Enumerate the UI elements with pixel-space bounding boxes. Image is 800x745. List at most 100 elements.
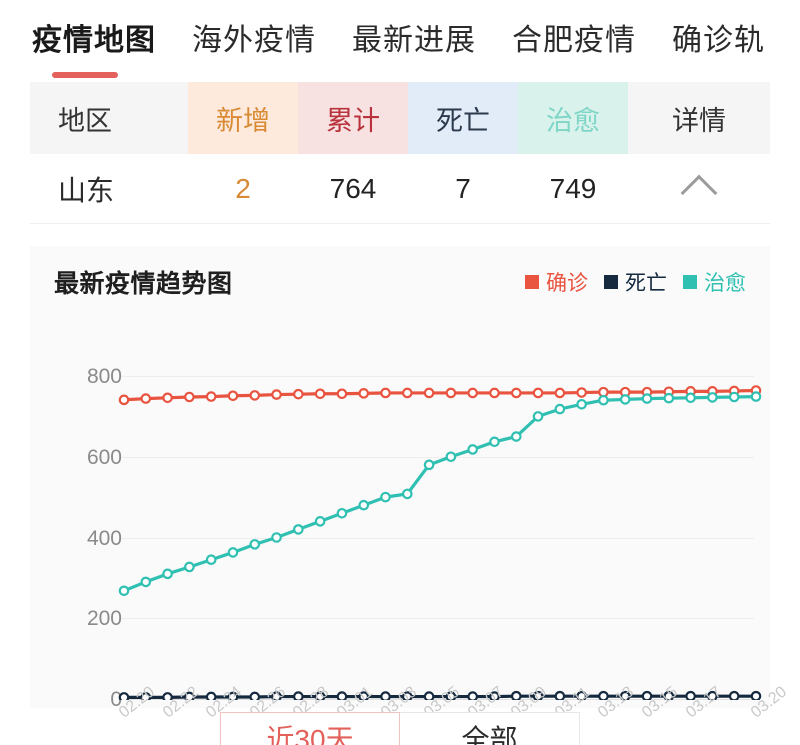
legend-swatch-cured xyxy=(683,275,697,289)
app-root: 疫情地图 海外疫情 最新进展 合肥疫情 确诊轨 地区 新增 累计 死亡 治愈 详… xyxy=(0,0,800,745)
data-point[interactable] xyxy=(707,392,718,403)
data-point[interactable] xyxy=(576,387,587,398)
active-tab-indicator xyxy=(52,72,118,78)
top-tab-bar: 疫情地图 海外疫情 最新进展 合肥疫情 确诊轨 xyxy=(0,0,800,82)
region-stats-table: 地区 新增 累计 死亡 治愈 详情 山东 2 764 7 749 xyxy=(0,82,800,224)
data-point[interactable] xyxy=(118,394,130,406)
column-header-detail[interactable]: 详情 xyxy=(628,82,770,154)
legend-item-cured[interactable]: 治愈 xyxy=(683,267,746,297)
column-header-label: 详情 xyxy=(672,105,726,136)
column-header-label: 死亡 xyxy=(436,105,490,136)
tab-hefei-yiqing[interactable]: 合肥疫情 xyxy=(494,1,654,81)
chevron-up-icon[interactable] xyxy=(680,174,718,211)
data-point[interactable] xyxy=(162,568,173,580)
data-point[interactable] xyxy=(510,387,522,399)
data-point[interactable] xyxy=(576,398,587,410)
range-button-label: 近30天 xyxy=(266,724,354,745)
legend-label-cured: 治愈 xyxy=(704,272,746,295)
data-point[interactable] xyxy=(489,387,500,399)
table-row[interactable]: 山东 2 764 7 749 xyxy=(30,154,770,224)
data-point[interactable] xyxy=(641,393,653,404)
trend-chart-card: 最新疫情趋势图 确诊 死亡 治愈 0 200 400 600 800 02.20… xyxy=(30,246,790,721)
legend-swatch-death xyxy=(604,275,618,289)
data-point[interactable] xyxy=(728,391,740,403)
data-point[interactable] xyxy=(293,524,304,535)
data-point[interactable] xyxy=(118,585,130,597)
data-point[interactable] xyxy=(380,387,391,399)
data-point[interactable] xyxy=(402,387,413,399)
tab-label: 确诊轨 xyxy=(672,24,765,57)
tab-haiwai-yiqing[interactable]: 海外疫情 xyxy=(174,1,334,81)
column-header-total[interactable]: 累计 xyxy=(298,82,408,154)
data-point[interactable] xyxy=(184,391,195,403)
data-point[interactable] xyxy=(336,507,348,519)
data-point[interactable] xyxy=(227,390,239,402)
column-header-region[interactable]: 地区 xyxy=(30,82,188,154)
range-button-label: 全部 xyxy=(461,724,518,745)
data-point[interactable] xyxy=(445,387,457,399)
data-point[interactable] xyxy=(249,390,261,401)
chart-series-layer xyxy=(118,385,762,700)
data-point[interactable] xyxy=(402,488,413,500)
column-header-label: 新增 xyxy=(216,105,270,136)
range-button-30days[interactable]: 近30天 xyxy=(220,712,400,745)
tab-zuixin-jinzhan[interactable]: 最新进展 xyxy=(334,1,494,81)
data-point[interactable] xyxy=(271,389,282,400)
tab-label: 疫情地图 xyxy=(32,24,156,57)
data-point[interactable] xyxy=(619,394,631,405)
series-line-治愈 xyxy=(122,394,758,593)
chart-title: 最新疫情趋势图 xyxy=(54,270,233,298)
chart-legend: 确诊 死亡 治愈 xyxy=(525,267,746,297)
data-point[interactable] xyxy=(467,444,478,455)
data-point[interactable] xyxy=(750,391,762,402)
tab-yiqing-ditu[interactable]: 疫情地图 xyxy=(14,1,174,81)
legend-swatch-confirmed xyxy=(525,275,539,289)
data-point[interactable] xyxy=(162,392,173,404)
data-point[interactable] xyxy=(423,459,435,471)
cell-cured: 749 xyxy=(549,172,597,204)
data-point[interactable] xyxy=(532,387,544,399)
data-point[interactable] xyxy=(293,388,304,400)
data-point[interactable] xyxy=(140,576,152,588)
column-header-label: 地区 xyxy=(58,105,112,136)
column-header-cured[interactable]: 治愈 xyxy=(518,82,628,154)
range-selector: 近30天 全部 xyxy=(0,712,800,745)
cell-detail[interactable] xyxy=(628,172,770,211)
legend-item-confirmed[interactable]: 确诊 xyxy=(525,267,588,297)
data-point[interactable] xyxy=(271,532,282,543)
data-point[interactable] xyxy=(205,391,217,402)
data-point[interactable] xyxy=(423,387,435,399)
data-point[interactable] xyxy=(336,388,348,400)
cell-region: 山东 xyxy=(58,174,115,206)
data-point[interactable] xyxy=(467,387,478,399)
data-point[interactable] xyxy=(314,388,326,400)
range-button-all[interactable]: 全部 xyxy=(400,712,580,745)
cell-death: 7 xyxy=(455,172,471,204)
data-point[interactable] xyxy=(728,690,740,700)
data-point[interactable] xyxy=(314,516,326,527)
data-point[interactable] xyxy=(489,436,500,448)
tab-quezhen-gui[interactable]: 确诊轨 xyxy=(654,1,783,81)
data-point[interactable] xyxy=(358,499,370,511)
table-header-row: 地区 新增 累计 死亡 治愈 详情 xyxy=(30,82,770,154)
data-point[interactable] xyxy=(249,539,261,550)
data-point[interactable] xyxy=(685,392,696,404)
data-point[interactable] xyxy=(358,388,370,399)
tab-label: 合肥疫情 xyxy=(512,24,636,57)
data-point[interactable] xyxy=(532,411,544,422)
legend-item-death[interactable]: 死亡 xyxy=(604,267,667,297)
data-point[interactable] xyxy=(598,394,609,406)
data-point[interactable] xyxy=(510,431,522,442)
chart-header: 最新疫情趋势图 确诊 死亡 治愈 xyxy=(30,246,770,300)
data-point[interactable] xyxy=(140,393,152,404)
column-header-new[interactable]: 新增 xyxy=(188,82,298,154)
data-point[interactable] xyxy=(205,554,217,566)
data-point[interactable] xyxy=(445,451,457,463)
data-point[interactable] xyxy=(663,392,675,404)
data-point[interactable] xyxy=(554,403,566,415)
column-header-death[interactable]: 死亡 xyxy=(408,82,518,154)
data-point[interactable] xyxy=(227,547,239,558)
data-point[interactable] xyxy=(184,561,195,573)
data-point[interactable] xyxy=(380,491,391,503)
data-point[interactable] xyxy=(554,387,566,399)
